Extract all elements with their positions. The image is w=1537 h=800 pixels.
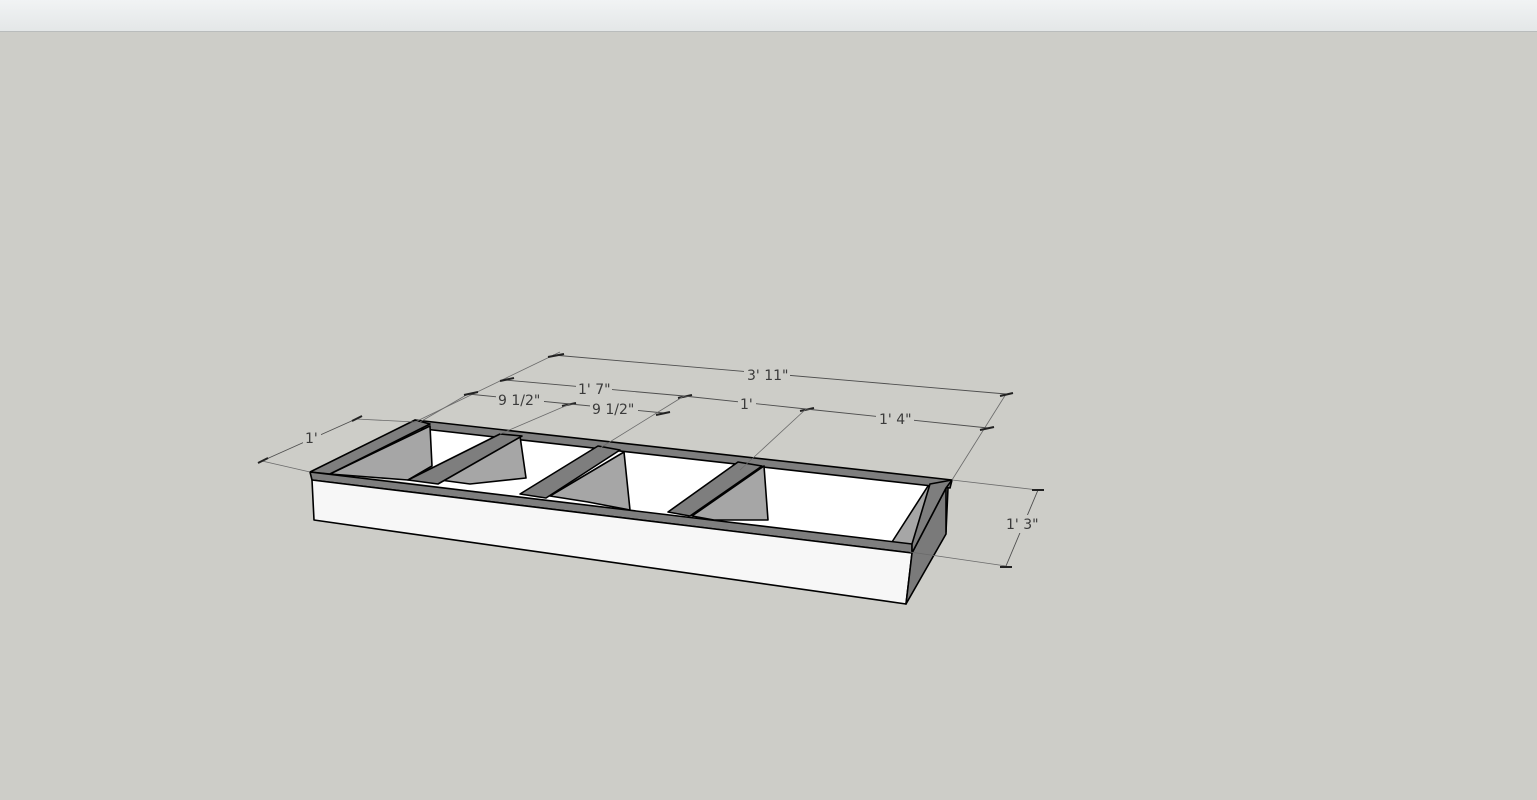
dim-segment-1b: 9 1/2" [592,402,634,418]
dim-height: 1' 3" [1006,517,1039,533]
dim-segment-1a: 9 1/2" [498,393,540,409]
frame-model[interactable] [309,419,953,605]
model-canvas[interactable]: 3' 11" 1' 7" 1' 1' 4" 9 1/2" 9 1/2" 1' 1… [0,32,1537,800]
dim-segment-3: 1' 4" [879,412,912,428]
dim-segment-1: 1' 7" [578,382,611,398]
toolbar-strip [0,0,1537,32]
dim-overall-length: 3' 11" [747,368,788,384]
dim-segment-2: 1' [740,397,753,413]
left-board-inner [329,425,433,481]
sketchup-window: 3' 11" 1' 7" 1' 1' 4" 9 1/2" 9 1/2" 1' 1… [0,0,1537,800]
model-viewport[interactable]: 3' 11" 1' 7" 1' 1' 4" 9 1/2" 9 1/2" 1' 1… [0,32,1537,800]
dim-depth: 1' [305,431,318,447]
